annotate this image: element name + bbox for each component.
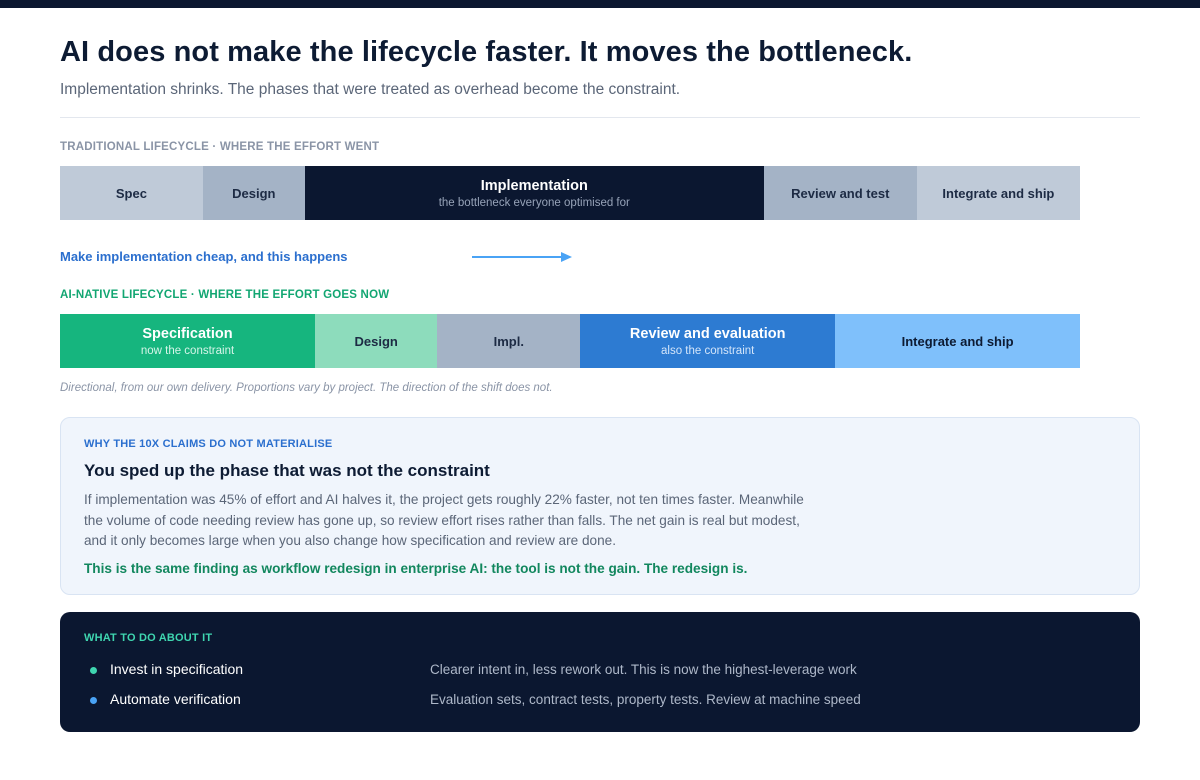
ai_native-segment-integrate-and-ship: Integrate and ship [835, 314, 1080, 368]
action-panel-label: WHAT TO DO ABOUT IT [84, 632, 213, 644]
ai_native-segment-review-and-evaluation: Review and evaluation also the constraint [580, 314, 836, 368]
proportions-note: Directional, from our own delivery. Prop… [60, 382, 553, 394]
ai_native-segment-impl: Impl. [437, 314, 581, 368]
action-item: Automate verification Evaluation sets, c… [84, 691, 1124, 711]
segment-label: Integrate and ship [942, 185, 1055, 201]
action-item-name: Invest in specification [110, 661, 244, 677]
callout-panel: WHY THE 10X CLAIMS DO NOT MATERIALISE Yo… [60, 417, 1140, 595]
traditional-segment-implementation: Implementation the bottleneck everyone op… [304, 166, 764, 220]
traditional-segment-design: Design [202, 166, 305, 220]
segment-sublabel: also the constraint [661, 344, 755, 357]
segment-label: Implementation [480, 177, 588, 194]
callout-body-line: and it only becomes large when you also … [84, 533, 616, 548]
bullet-dot-icon [90, 667, 97, 674]
segment-label: Spec [115, 185, 147, 201]
page-subtitle: Implementation shrinks. The phases that … [60, 81, 681, 98]
callout-highlight: This is the same finding as workflow red… [84, 561, 748, 576]
action-item-description: Clearer intent in, less rework out. This… [430, 662, 857, 677]
segment-sublabel: the bottleneck everyone optimised for [438, 196, 630, 209]
page-title: AI does not make the lifecycle faster. I… [60, 36, 913, 68]
traditional-segment-spec: Spec [60, 166, 203, 220]
right-arrow-icon [472, 252, 572, 262]
segment-label: Review and test [791, 185, 890, 201]
action-item: Invest in specification Clearer intent i… [84, 661, 1124, 681]
action-item-name: Automate verification [110, 691, 241, 707]
callout-body-line: If implementation was 45% of effort and … [84, 492, 804, 507]
ai_native-segment-design: Design [315, 314, 438, 368]
divider [60, 117, 1140, 118]
segment-label: Review and evaluation [629, 325, 786, 342]
segment-sublabel: now the constraint [140, 344, 235, 357]
callout-label: WHY THE 10X CLAIMS DO NOT MATERIALISE [84, 438, 333, 450]
action-item-description: Evaluation sets, contract tests, propert… [430, 692, 861, 707]
action-panel: WHAT TO DO ABOUT IT Invest in specificat… [60, 612, 1140, 732]
segment-label: Impl. [493, 333, 524, 349]
top-accent-bar [0, 0, 1200, 8]
ai-native-lifecycle-bar: Specification now the constraint Design Imp… [60, 314, 1080, 368]
callout-body: If implementation was 45% of effort and … [84, 490, 874, 552]
callout-body-line: the volume of code needing review has go… [84, 512, 800, 528]
ai-native-lifecycle-label: AI-NATIVE LIFECYCLE · WHERE THE EFFORT G… [60, 289, 390, 301]
callout-title: You sped up the phase that was not the c… [84, 461, 490, 480]
segment-label: Specification [142, 325, 233, 342]
transition-text: Make implementation cheap, and this happ… [60, 249, 348, 264]
segment-label: Integrate and ship [901, 333, 1014, 349]
segment-label: Design [232, 185, 276, 201]
bullet-dot-icon [90, 697, 97, 704]
traditional-lifecycle-bar: Spec Design Implementation the bottleneck e… [60, 166, 1080, 220]
segment-label: Design [354, 333, 398, 349]
traditional-lifecycle-label: TRADITIONAL LIFECYCLE · WHERE THE EFFORT… [60, 141, 380, 153]
traditional-segment-integrate-and-ship: Integrate and ship [916, 166, 1080, 220]
traditional-segment-review-and-test: Review and test [763, 166, 917, 220]
ai_native-segment-specification: Specification now the constraint [60, 314, 315, 368]
